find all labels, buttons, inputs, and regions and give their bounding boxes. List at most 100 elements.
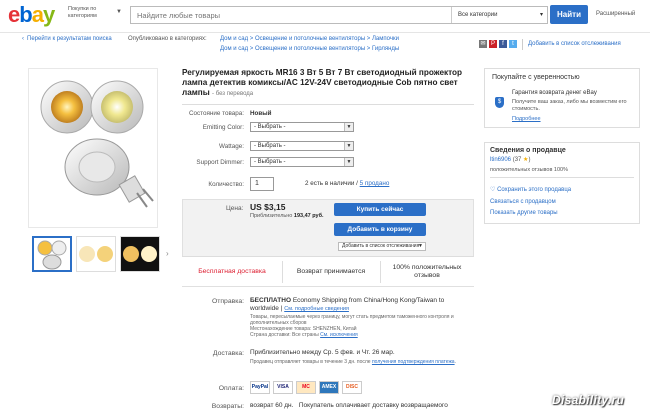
logo-letter-b: b bbox=[19, 2, 32, 27]
chevron-down-icon: ▼ bbox=[116, 9, 122, 15]
shipping-customs-note: Товары, пересылаемые через границу, могу… bbox=[250, 314, 454, 326]
guarantee-text: Получите ваш заказ, либо мы возместим ег… bbox=[512, 99, 627, 112]
emitting-color-select[interactable]: - Выбрать - ▼ bbox=[250, 122, 354, 132]
main-product-image[interactable] bbox=[28, 68, 158, 228]
emitting-color-label: Emitting Color: bbox=[202, 124, 244, 131]
ebay-logo[interactable]: ebay bbox=[8, 2, 55, 28]
no-translation-label: - без перевода bbox=[212, 91, 254, 97]
delivery-estimate: Приблизительно между Ср. 5 фев. и Чт. 26… bbox=[250, 349, 395, 356]
approx-price: Приблизительно 193,47 руб. bbox=[250, 213, 324, 219]
divider bbox=[490, 177, 634, 178]
category-select-value: Все категории bbox=[458, 12, 498, 18]
payment-receipt-link[interactable]: получения подтверждения платежа bbox=[372, 359, 455, 365]
positive-feedback-badge: 100% положительных отзывов bbox=[392, 264, 462, 279]
back-to-results-link[interactable]: ‹ Перейти к результатам поиска bbox=[22, 36, 112, 42]
wattage-label: Wattage: bbox=[219, 143, 244, 150]
wattage-value: - Выбрать - bbox=[254, 143, 286, 149]
returns-info: возврат 60 дн. Покупатель оплачивает дос… bbox=[250, 402, 448, 409]
seller-name-line: ltin6906 (37 ★) bbox=[490, 157, 530, 164]
condition-label: Состояние товара: bbox=[188, 110, 244, 117]
search-input[interactable] bbox=[131, 7, 449, 23]
add-to-watchlist-button[interactable]: Добавить в список отслеживания ▼ bbox=[338, 242, 426, 251]
breadcrumb-row: ‹ Перейти к результатам поиска Опубликова… bbox=[0, 32, 650, 62]
ship-to: Страна доставки: Все страны См. исключен… bbox=[250, 332, 472, 338]
divider bbox=[182, 104, 474, 105]
quantity-label: Количество: bbox=[208, 181, 244, 188]
contact-seller-link[interactable]: Связаться с продавцом bbox=[490, 199, 556, 205]
shipping-info: БЕСПЛАТНО Economy Shipping from China/Ho… bbox=[250, 297, 472, 338]
availability-text: 2 есть в наличии / 5 продано bbox=[305, 180, 389, 187]
seller-feedback-close: ) bbox=[528, 157, 531, 163]
buy-now-button[interactable]: Купить сейчас bbox=[334, 203, 426, 216]
shield-icon: $ bbox=[495, 97, 504, 108]
facebook-icon[interactable]: f bbox=[499, 40, 507, 48]
divider bbox=[522, 39, 523, 50]
exclusions-link[interactable]: См. исключения bbox=[320, 332, 358, 338]
seller-feedback-count: (37 bbox=[512, 157, 522, 163]
watermark: Disability.ru bbox=[552, 393, 625, 407]
seller-name[interactable]: ltin6906 bbox=[490, 157, 511, 163]
chevron-down-icon: ▼ bbox=[344, 123, 353, 131]
add-to-cart-button[interactable]: Добавить в корзину bbox=[334, 223, 426, 236]
discover-icon: DISC bbox=[342, 381, 362, 394]
dimmer-select[interactable]: - Выбрать - ▼ bbox=[250, 157, 354, 167]
returns-label: Возвраты: bbox=[211, 403, 244, 410]
published-in-label: Опубликовано в категориях: bbox=[128, 36, 207, 42]
delivery-note: Продавец отправляет товары в течение 3 д… bbox=[250, 359, 470, 365]
add-to-watchlist-label: Добавить в список отслеживания bbox=[342, 243, 420, 249]
condition-value: Новый bbox=[250, 110, 272, 117]
chevron-down-icon: ▼ bbox=[418, 243, 423, 249]
amex-icon: AMEX bbox=[319, 381, 339, 394]
thumbnail-1[interactable] bbox=[32, 236, 72, 272]
price-value: US $3,15 bbox=[250, 202, 286, 212]
shipping-details-link[interactable]: См. подробные сведения bbox=[284, 306, 349, 312]
breadcrumb-path-1[interactable]: Дом и сад > Освещение и потолочные венти… bbox=[220, 36, 399, 42]
logo-letter-a: a bbox=[31, 2, 44, 27]
thumbnail-2[interactable] bbox=[76, 236, 116, 272]
add-to-watchlist-link[interactable]: Добавить в список отслеживания bbox=[528, 41, 621, 47]
find-button[interactable]: Найти bbox=[550, 5, 588, 24]
delivery-label: Доставка: bbox=[212, 350, 244, 357]
emitting-color-value: - Выбрать - bbox=[254, 124, 286, 130]
guarantee-title: Покупайте с уверенностью bbox=[492, 74, 580, 81]
returns-badge: Возврат принимается bbox=[296, 268, 366, 275]
advanced-search-link[interactable]: Расширенный bbox=[596, 11, 635, 17]
save-seller-label: Сохранить этого продавца bbox=[497, 187, 572, 193]
dimmer-label: Support Dimmer: bbox=[196, 159, 244, 166]
save-seller-link[interactable]: ♡ Сохранить этого продавца bbox=[490, 186, 571, 193]
guarantee-heading: Гарантия возврата денег eBay bbox=[512, 90, 597, 96]
twitter-icon[interactable]: t bbox=[509, 40, 517, 48]
led-bulb-image bbox=[40, 80, 154, 208]
search-bar: Все категории ▾ bbox=[130, 6, 548, 24]
shipping-label: Отправка: bbox=[211, 298, 244, 305]
pinterest-icon[interactable]: P bbox=[489, 40, 497, 48]
dimmer-value: - Выбрать - bbox=[254, 159, 286, 165]
visa-icon: VISA bbox=[273, 381, 293, 394]
other-items-link[interactable]: Показать другие товары bbox=[490, 210, 558, 216]
thumbnail-image bbox=[123, 246, 157, 262]
breadcrumb-path-2[interactable]: Дом и сад > Освещение и потолочные венти… bbox=[220, 46, 399, 52]
header: ebay Покупки по категориям ▼ Все категор… bbox=[0, 0, 650, 28]
free-shipping-badge: Бесплатная доставка bbox=[198, 268, 266, 275]
thumbnail-image bbox=[37, 240, 67, 270]
watchlist-link-label: Добавить в список отслеживания bbox=[528, 41, 621, 47]
logo-letter-y: y bbox=[42, 2, 55, 27]
guarantee-more-link[interactable]: Подробнее bbox=[512, 116, 541, 122]
category-select[interactable]: Все категории ▾ bbox=[451, 7, 547, 23]
sold-count-link[interactable]: 5 продано bbox=[360, 180, 390, 187]
thumbnail-3[interactable] bbox=[120, 236, 160, 272]
wattage-select[interactable]: - Выбрать - ▼ bbox=[250, 141, 354, 151]
category-menu-label: Покупки по категориям bbox=[68, 6, 97, 19]
delivery-note-text: Продавец отправляет товары в течение 3 д… bbox=[250, 359, 371, 365]
approx-value: 193,47 руб. bbox=[293, 213, 324, 219]
chevron-right-icon[interactable]: › bbox=[166, 249, 169, 258]
mastercard-icon: MC bbox=[296, 381, 316, 394]
quantity-input[interactable]: 1 bbox=[250, 177, 274, 191]
ship-to-label: Страна доставки: Все страны bbox=[250, 332, 319, 338]
delivery-info: Приблизительно между Ср. 5 фев. и Чт. 26… bbox=[250, 349, 470, 365]
social-share-icons: ✉ Pf t bbox=[479, 40, 519, 48]
mail-icon[interactable]: ✉ bbox=[479, 40, 487, 48]
back-link-label: Перейти к результатам поиска bbox=[27, 36, 112, 42]
listing-title: Регулируемая яркость MR16 3 Вт 5 Вт 7 Вт… bbox=[182, 68, 474, 99]
category-menu[interactable]: Покупки по категориям ▼ bbox=[68, 6, 124, 20]
